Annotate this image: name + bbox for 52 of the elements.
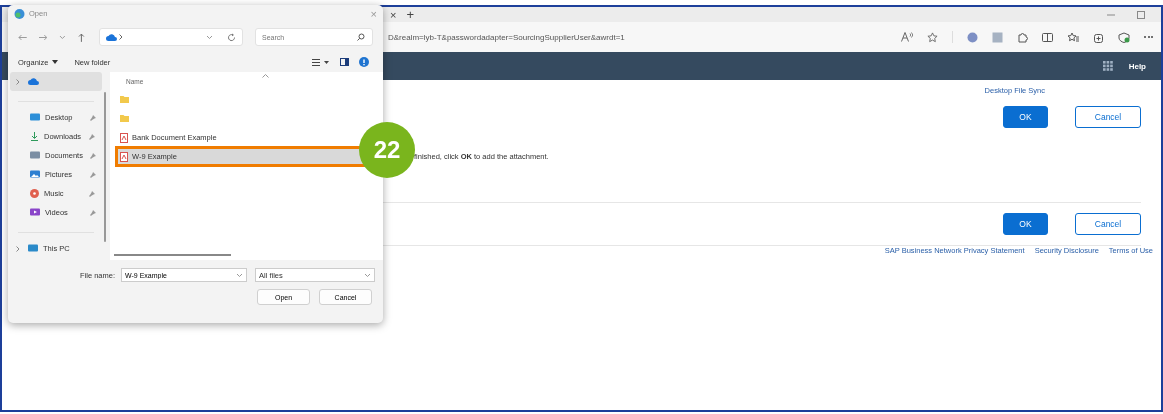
- refresh-icon[interactable]: [227, 32, 237, 42]
- chevron-down-icon[interactable]: [236, 273, 243, 278]
- back-icon[interactable]: [18, 33, 27, 41]
- search-icon: [357, 33, 366, 41]
- star-icon[interactable]: [927, 31, 938, 43]
- address-bar[interactable]: D&realm=lyb-T&passwordadapter=SourcingSupplierUser&awrdt=1: [388, 32, 625, 42]
- favorites-icon[interactable]: [1067, 31, 1079, 43]
- cloud-icon: [106, 33, 118, 41]
- videos-icon: [30, 208, 40, 217]
- cancel-button[interactable]: Cancel: [1075, 213, 1141, 235]
- help-icon[interactable]: [359, 57, 369, 67]
- desktop-icon: [30, 113, 40, 122]
- chevron-down-icon: [206, 34, 214, 40]
- folder-icon: [120, 115, 129, 122]
- caret-icon: [52, 60, 59, 64]
- sort-caret-icon[interactable]: [262, 74, 269, 78]
- pdf-file-icon: [120, 132, 128, 143]
- ok-button[interactable]: OK: [1003, 213, 1048, 235]
- music-icon: [30, 189, 39, 198]
- path-field[interactable]: [99, 28, 244, 46]
- shield-icon[interactable]: [1118, 31, 1130, 43]
- help-link[interactable]: Help: [1128, 61, 1146, 71]
- nav-item[interactable]: [10, 72, 102, 91]
- documents-icon: [30, 151, 40, 160]
- chevron-right-icon[interactable]: [16, 245, 20, 252]
- folder-icon: [120, 96, 129, 103]
- pictures-icon: [30, 170, 40, 179]
- split-screen-icon[interactable]: [1042, 31, 1053, 43]
- chevron-down-icon[interactable]: [59, 34, 67, 40]
- restore-icon[interactable]: [1137, 10, 1145, 19]
- ok-button[interactable]: OK: [1003, 106, 1048, 128]
- download-icon: [30, 132, 39, 141]
- tab-close-button[interactable]: ×: [390, 8, 397, 21]
- scrollbar[interactable]: [104, 92, 106, 242]
- collections-icon[interactable]: [1093, 31, 1104, 43]
- step-badge: 22: [359, 122, 415, 178]
- app-icon: [14, 8, 25, 19]
- pdf-file-icon: [120, 151, 128, 162]
- grid-icon[interactable]: [1102, 61, 1113, 71]
- forward-icon[interactable]: [38, 33, 48, 41]
- up-icon[interactable]: [78, 32, 86, 42]
- preview-pane-icon[interactable]: [340, 58, 349, 66]
- view-options-icon[interactable]: [312, 58, 330, 66]
- new-tab-button[interactable]: +: [406, 7, 415, 22]
- chevron-down-icon: [364, 272, 371, 278]
- chevron-right-icon[interactable]: [16, 78, 20, 85]
- cloud-icon: [28, 78, 39, 85]
- chevron-right-icon: [119, 34, 124, 40]
- scrollbar[interactable]: [114, 254, 231, 256]
- monitor-icon: [28, 244, 38, 253]
- read-aloud-icon[interactable]: [901, 32, 913, 42]
- cancel-button[interactable]: Cancel: [1075, 106, 1141, 128]
